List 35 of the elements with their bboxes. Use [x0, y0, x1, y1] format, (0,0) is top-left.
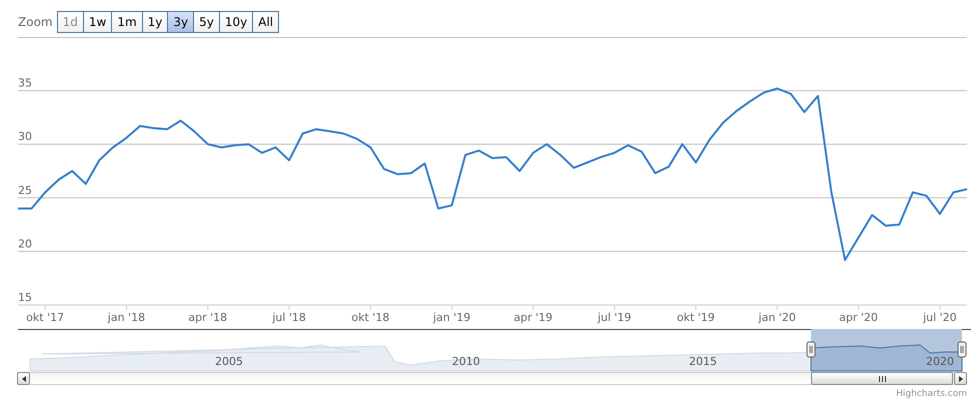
y-axis-label: 15 [18, 291, 32, 304]
zoom-button[interactable]: 1w [84, 12, 112, 32]
navigator-year-label: 2015 [689, 355, 717, 368]
x-axis-label: apr '19 [514, 311, 553, 324]
left-arrow-icon [22, 376, 26, 382]
navigator-year-label: 2010 [452, 355, 480, 368]
x-axis-label: jul '18 [272, 311, 306, 324]
zoom-button[interactable]: 5y [194, 12, 220, 32]
right-arrow-icon [958, 376, 962, 382]
x-axis-label: jan '20 [758, 311, 796, 324]
zoom-button[interactable]: 10y [220, 12, 254, 32]
x-axis-label: jan '19 [433, 311, 470, 324]
x-axis-label: apr '18 [188, 311, 228, 324]
x-axis-label: okt '17 [26, 311, 64, 324]
zoom-button[interactable]: 1y [142, 12, 168, 32]
scroll-right-button[interactable] [954, 372, 967, 385]
x-axis-label: okt '19 [676, 311, 715, 324]
navigator-year-label: 2020 [926, 355, 954, 368]
x-axis-label: apr '20 [839, 311, 878, 324]
grip-icon [878, 376, 886, 382]
scrollbar-thumb[interactable] [811, 372, 953, 385]
y-axis-label: 25 [18, 184, 32, 197]
x-axis-label: jul '19 [598, 311, 632, 324]
x-axis-label: jan '18 [108, 311, 146, 324]
x-axis-label: okt '18 [352, 311, 390, 324]
zoom-button[interactable]: 1m [112, 12, 143, 32]
y-axis-label: 35 [18, 76, 32, 90]
x-axis-label: jul '20 [923, 311, 957, 324]
zoom-button[interactable]: 3y [168, 12, 194, 32]
y-axis-label: 20 [18, 237, 32, 250]
navigator-year-label: 2005 [215, 355, 243, 368]
scroll-left-button[interactable] [17, 372, 30, 385]
zoom-label: Zoom [18, 15, 53, 29]
range-selection-drawing[interactable] [806, 329, 966, 372]
y-axis-label: 30 [18, 130, 32, 144]
